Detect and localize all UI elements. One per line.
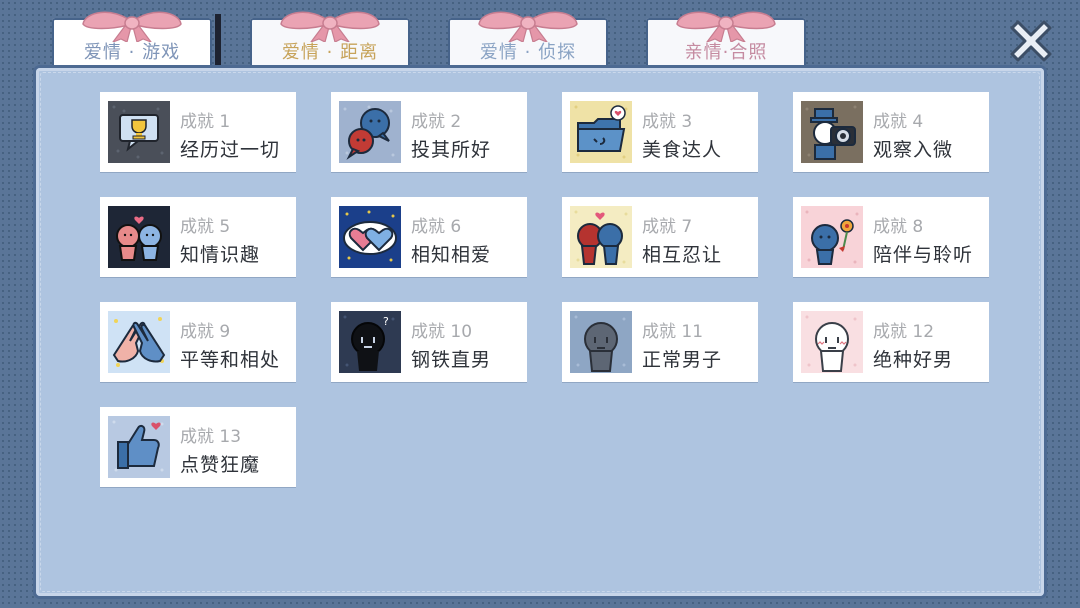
detective-camera-icon: [801, 101, 863, 163]
achievement-card-4[interactable]: 成就 4 观察入微: [793, 92, 989, 172]
achievement-number: 成就 12: [873, 322, 935, 342]
two-chat-heads-icon: [339, 101, 401, 163]
svg-text:?: ?: [383, 315, 389, 328]
tab-label: 亲情·合照: [684, 42, 768, 63]
high-five-hands-icon: [108, 311, 170, 373]
achievement-number: 成就 2: [411, 112, 462, 132]
two-hearts-icon: [339, 206, 401, 268]
achievement-title: 经历过一切: [180, 139, 281, 161]
achievement-title: 正常男子: [642, 349, 723, 371]
achievement-title: 美食达人: [642, 139, 723, 161]
achievement-card-3[interactable]: 成就 3 美食达人: [562, 92, 758, 172]
ribbon-bow-icon: [676, 11, 776, 42]
tab-love-distance[interactable]: 爱情 · 距离: [250, 11, 410, 70]
tab-love-detective[interactable]: 爱情 · 侦探: [448, 11, 608, 70]
couple-hearts-icon: [108, 206, 170, 268]
black-head-icon: ?: [339, 311, 401, 373]
white-blush-head-icon: [801, 311, 863, 373]
achievement-card-2[interactable]: 成就 2 投其所好: [331, 92, 527, 172]
grey-head-icon: [570, 311, 632, 373]
tab-label: 爱情 · 距离: [281, 42, 379, 63]
achievement-card-12[interactable]: 成就 12 绝种好男: [793, 302, 989, 382]
achievement-title: 观察入微: [873, 139, 954, 161]
tab-divider: [215, 14, 221, 74]
achievement-card-5[interactable]: 成就 5 知情识趣: [100, 197, 296, 277]
achievement-number: 成就 6: [411, 217, 462, 237]
achievement-card-1[interactable]: 成就 1 经历过一切: [100, 92, 296, 172]
achievement-title: 相互忍让: [642, 244, 723, 266]
achievement-card-13[interactable]: 成就 13 点赞狂魔: [100, 407, 296, 487]
achievement-number: 成就 1: [180, 112, 231, 132]
achievement-card-8[interactable]: 成就 8 陪伴与聆听: [793, 197, 989, 277]
couple-kiss-icon: [570, 206, 632, 268]
achievement-title: 点赞狂魔: [180, 454, 261, 476]
tab-label: 爱情 · 游戏: [83, 42, 181, 63]
achievement-card-6[interactable]: 成就 6 相知相爱: [331, 197, 527, 277]
achievement-title: 陪伴与聆听: [873, 244, 974, 266]
achievement-number: 成就 9: [180, 322, 231, 342]
ribbon-bow-icon: [82, 11, 182, 42]
achievement-title: 知情识趣: [180, 244, 261, 266]
achievement-card-9[interactable]: 成就 9 平等和相处: [100, 302, 296, 382]
achievement-title: 平等和相处: [180, 349, 281, 371]
tab-family-photo[interactable]: 亲情·合照: [646, 11, 806, 70]
achievement-card-7[interactable]: 成就 7 相互忍让: [562, 197, 758, 277]
achievement-number: 成就 4: [873, 112, 924, 132]
flower-head-icon: [801, 206, 863, 268]
tab-love-game[interactable]: 爱情 · 游戏: [52, 11, 221, 74]
achievement-card-11[interactable]: 成就 11 正常男子: [562, 302, 758, 382]
ribbon-bow-icon: [478, 11, 578, 42]
thumbs-up-icon: [108, 416, 170, 478]
achievement-number: 成就 7: [642, 217, 693, 237]
achievement-number: 成就 3: [642, 112, 693, 132]
achievement-title: 绝种好男: [873, 349, 954, 371]
achievement-number: 成就 8: [873, 217, 924, 237]
achievement-number: 成就 13: [180, 427, 242, 447]
tab-label: 爱情 · 侦探: [479, 42, 577, 63]
achievement-number: 成就 11: [642, 322, 704, 342]
folder-face-icon: [570, 101, 632, 163]
achievement-number: 成就 10: [411, 322, 473, 342]
achievement-title: 钢铁直男: [411, 349, 492, 371]
achievement-title: 投其所好: [411, 139, 492, 161]
ribbon-bow-icon: [280, 11, 380, 42]
achievement-card-10[interactable]: ? 成就 10 钢铁直男: [331, 302, 527, 382]
achievement-number: 成就 5: [180, 217, 231, 237]
trophy-speech-bubble-icon: [108, 101, 170, 163]
achievement-title: 相知相爱: [411, 244, 492, 266]
close-icon[interactable]: [1004, 14, 1058, 68]
